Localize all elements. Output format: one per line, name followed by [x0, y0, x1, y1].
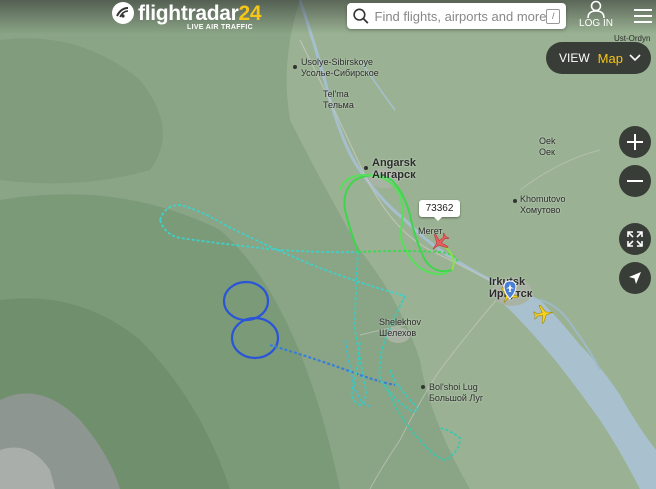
- place-label-khomutovo[interactable]: Khomutovo Хомутово: [520, 194, 566, 216]
- zoom-in-icon: [627, 134, 643, 150]
- brand-logo[interactable]: flightradar24 LIVE AIR TRAFFIC: [112, 2, 262, 32]
- search-icon: [353, 8, 369, 24]
- selected-aircraft-airplane-icon[interactable]: [428, 230, 452, 254]
- place-label-bolshoilug[interactable]: Bol'shoi Lug Большой Луг: [429, 382, 483, 404]
- view-label: VIEW: [559, 51, 590, 65]
- search-shortcut-key: /: [546, 8, 560, 24]
- place-label-shelekhov[interactable]: Shelekhov Шелехов: [379, 317, 421, 339]
- aircraft-airplane-icon[interactable]: [530, 301, 556, 327]
- place-label-angarsk[interactable]: Angarsk Ангарск: [372, 157, 416, 181]
- place-label-oek[interactable]: Oek Оек: [539, 136, 556, 158]
- place-label-telma[interactable]: Tel'ma Тельма: [323, 89, 354, 111]
- user-icon: [587, 0, 605, 19]
- view-value: Map: [597, 50, 623, 66]
- zoom-out-icon: [627, 180, 643, 182]
- login-label: LOG IN: [579, 18, 613, 29]
- place-marker: [513, 199, 517, 203]
- chevron-down-icon: [629, 54, 641, 62]
- place-marker: [293, 65, 297, 69]
- search-input[interactable]: Find flights, airports and more: [375, 9, 547, 24]
- radar-logo-icon: [112, 2, 134, 24]
- search-bar[interactable]: Find flights, airports and more /: [347, 3, 566, 29]
- locate-me-button[interactable]: [619, 262, 651, 294]
- view-selector-button[interactable]: VIEW Map: [546, 42, 651, 74]
- hamburger-menu-icon[interactable]: [632, 6, 654, 26]
- fullscreen-button[interactable]: [619, 223, 651, 255]
- place-marker: [421, 385, 425, 389]
- brand-tagline: LIVE AIR TRAFFIC: [187, 24, 253, 31]
- place-marker: [364, 166, 368, 170]
- flight-callout-label[interactable]: 73362: [419, 200, 460, 221]
- airport-pin-icon[interactable]: [502, 280, 518, 300]
- login-button[interactable]: LOG IN: [576, 0, 616, 32]
- brand-name: flightradar24: [138, 2, 262, 25]
- place-label-usolye[interactable]: Usolye-Sibirskoye Усолье-Сибирское: [301, 57, 379, 79]
- zoom-in-button[interactable]: [619, 126, 651, 158]
- locate-arrow-icon: [629, 272, 641, 284]
- fullscreen-icon: [627, 231, 643, 247]
- zoom-out-button[interactable]: [619, 165, 651, 197]
